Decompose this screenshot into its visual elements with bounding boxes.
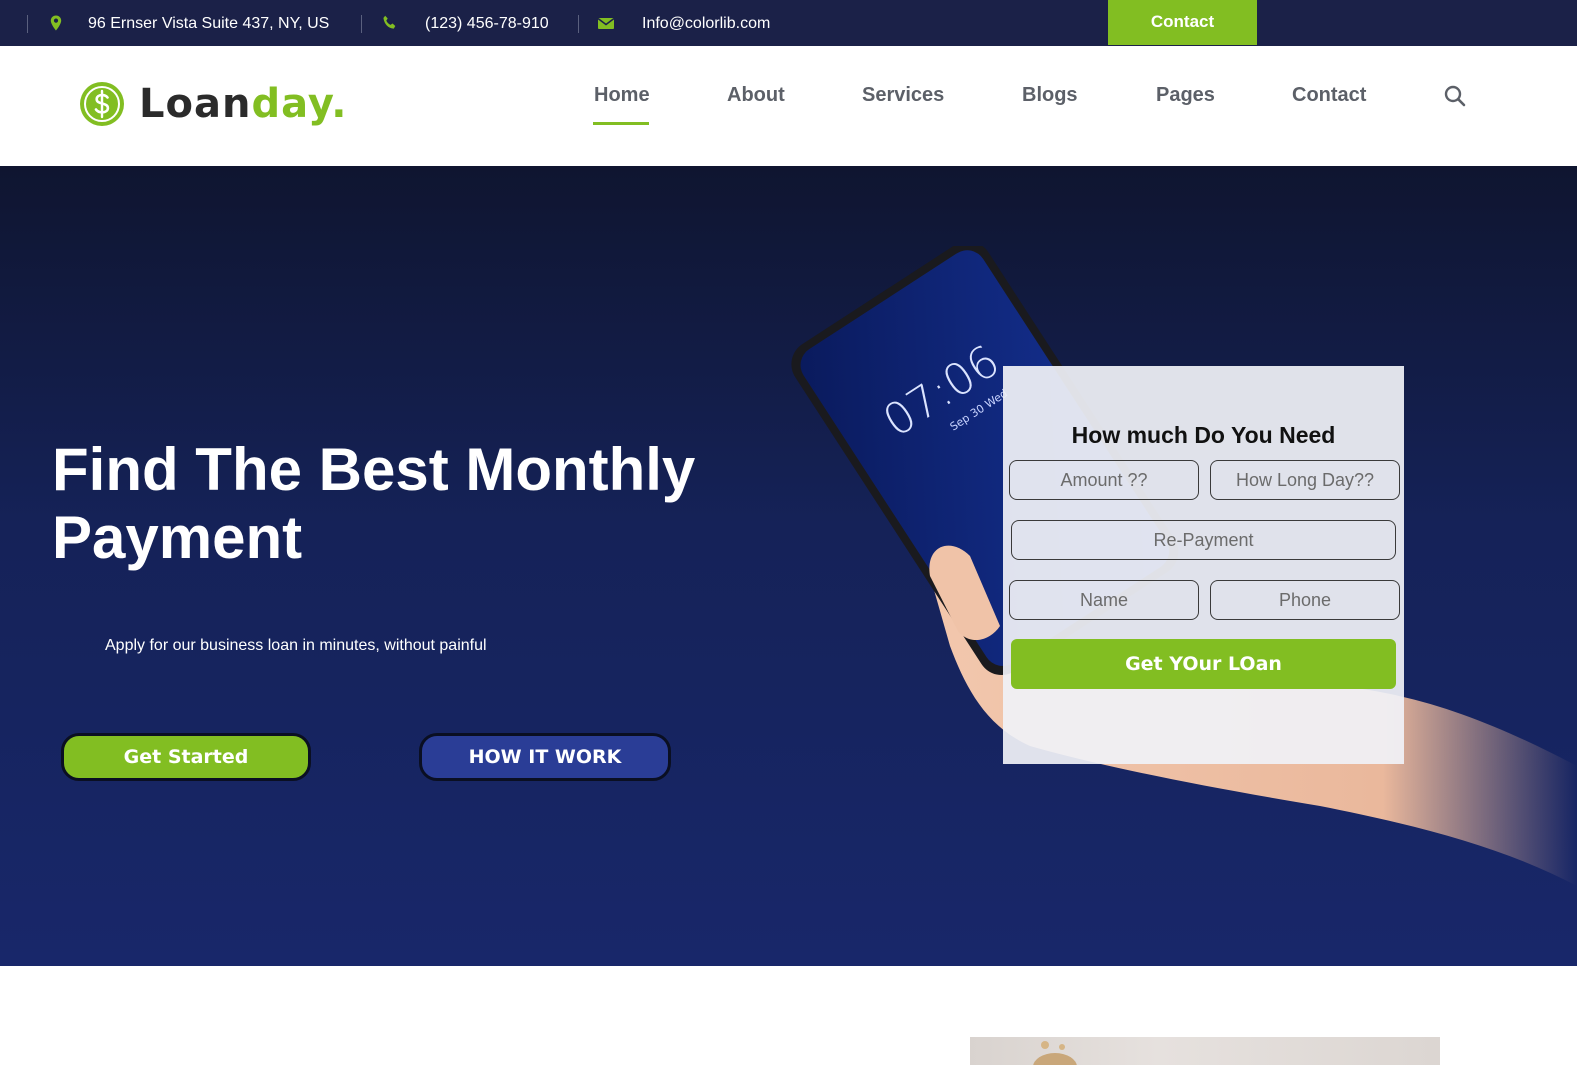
location-pin-icon (50, 15, 62, 31)
dollar-coin-icon (80, 82, 124, 126)
phone-input[interactable] (1210, 580, 1400, 620)
name-input[interactable] (1009, 580, 1199, 620)
loan-days-input[interactable] (1210, 460, 1400, 500)
loan-form-title: How much Do You Need (1071, 422, 1336, 448)
logo-text-loan: Loan (139, 81, 252, 127)
search-icon[interactable] (1443, 84, 1467, 108)
logo-text-day: day. (251, 81, 348, 127)
logo-wordmark: Loanday. (139, 81, 347, 127)
about-section-image (970, 1037, 1440, 1065)
phone-text: (123) 456-78-910 (425, 15, 549, 32)
site-header: Loanday. Home About Services Blogs Pages… (0, 46, 1577, 166)
phone-icon (383, 15, 396, 29)
divider (361, 15, 362, 33)
hero-title: Find The Best Monthly Payment (52, 436, 696, 571)
nav-blogs[interactable]: Blogs (1022, 84, 1078, 107)
nav-contact[interactable]: Contact (1292, 84, 1366, 107)
active-nav-underline (593, 122, 649, 125)
nav-pages[interactable]: Pages (1156, 84, 1215, 107)
divider (578, 15, 579, 33)
hero-subtitle: Apply for our business loan in minutes, … (105, 637, 487, 654)
amount-input[interactable] (1009, 460, 1199, 500)
email-text[interactable]: Info@colorlib.com (642, 14, 770, 33)
hero-section: 07:06 Sep 30 Wed Find The Best Monthly P… (0, 166, 1577, 966)
get-loan-button[interactable]: Get YOur LOan (1011, 639, 1396, 689)
envelope-icon (597, 17, 615, 29)
person-photo (1033, 1041, 1077, 1065)
repayment-input[interactable] (1011, 520, 1396, 560)
top-contact-button[interactable]: Contact (1108, 0, 1257, 45)
top-info-bar: 96 Ernser Vista Suite 437, NY, US (123) … (0, 0, 1577, 46)
nav-about[interactable]: About (727, 84, 785, 107)
loan-request-form: How much Do You Need Get YOur LOan (1003, 366, 1404, 764)
get-started-button[interactable]: Get Started (61, 733, 311, 781)
site-logo[interactable]: Loanday. (78, 80, 347, 128)
address-text: 96 Ernser Vista Suite 437, NY, US (88, 15, 330, 32)
nav-services[interactable]: Services (862, 84, 944, 107)
nav-home[interactable]: Home (594, 84, 650, 107)
how-it-work-button[interactable]: HOW IT WORK (419, 733, 671, 781)
divider (27, 15, 28, 33)
